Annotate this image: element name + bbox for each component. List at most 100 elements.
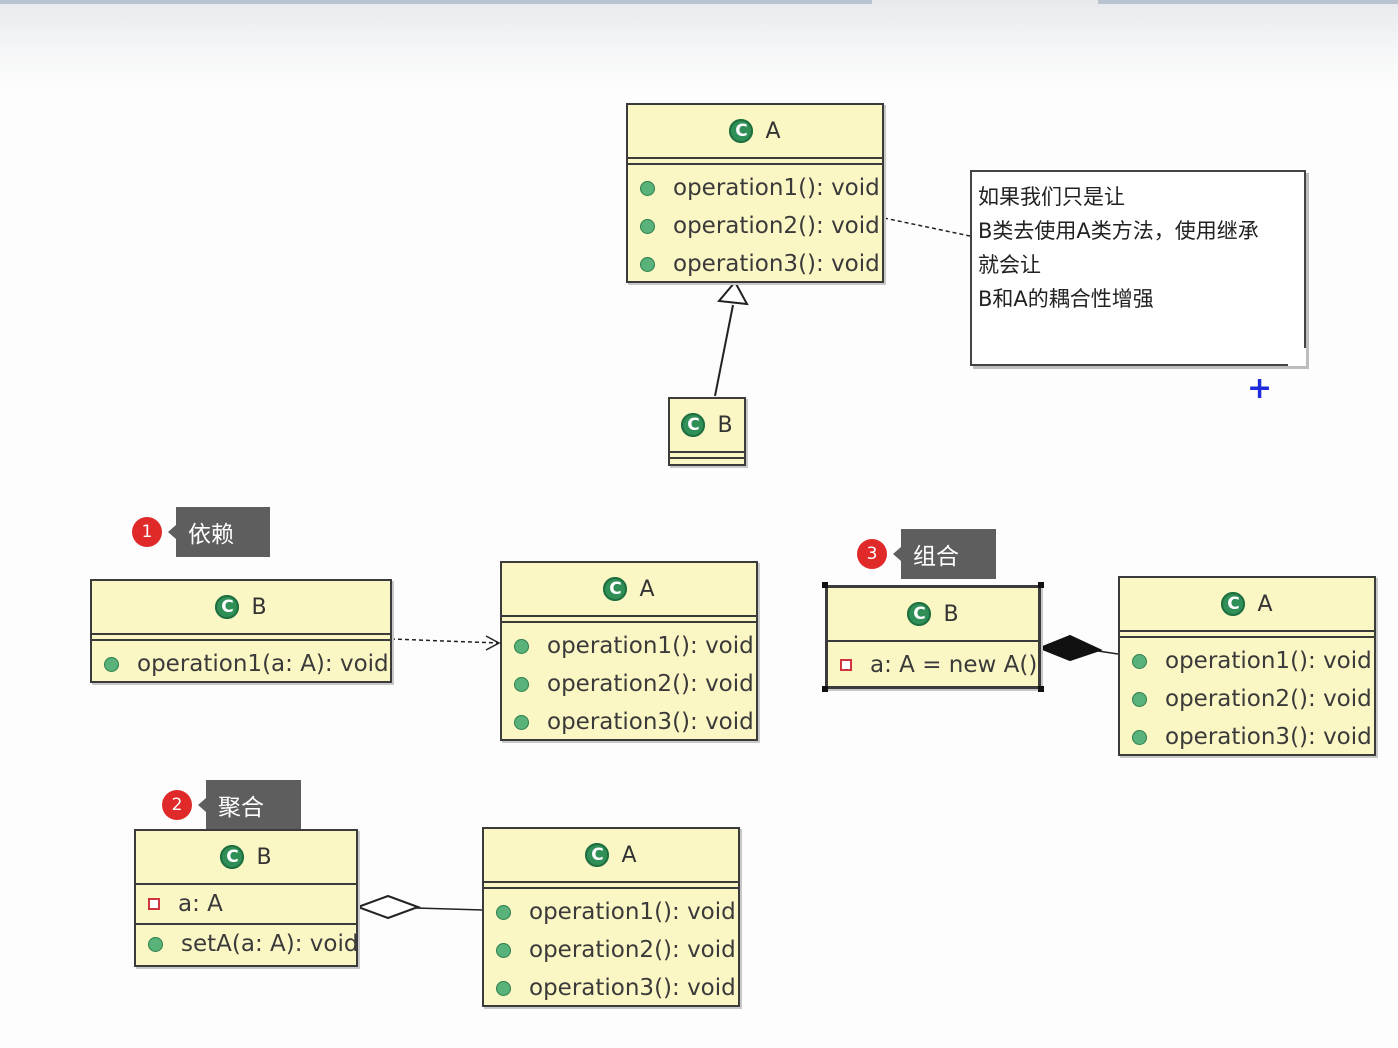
class-icon: C [585,843,610,867]
composition-diamond [1037,634,1103,662]
selection-handle[interactable] [822,582,828,588]
class-icon: C [220,845,245,869]
public-method-icon [640,218,655,234]
class-name: A [765,118,781,144]
method-row[interactable]: operation3(): void [1120,718,1374,756]
attributes-compartment [670,451,744,459]
method-row[interactable]: operation3(): void [484,969,738,1007]
add-plus-icon[interactable]: + [1247,371,1272,406]
class-header: C B [670,399,744,451]
method-label: operation2(): void [529,937,736,963]
class-name: B [943,601,959,627]
field-row[interactable]: a: A [136,885,356,923]
public-method-icon [1132,653,1147,669]
class-icon: C [681,413,706,437]
fields-compartment: a: A = new A() [828,642,1038,686]
note-anchor-line [883,217,971,237]
class-name: B [256,844,272,870]
method-label: operation1(): void [673,175,880,201]
badge-number: 1 [132,517,162,547]
callout-tail [168,525,176,539]
class-header: C A [502,563,756,615]
public-method-icon [1132,691,1147,707]
methods-compartment: operation1(): void operation2(): void op… [1120,638,1374,758]
class-icon: C [215,595,240,619]
public-method-icon [496,942,511,958]
class-aggregation-B[interactable]: C B a: A setA(a: A): void [134,829,358,967]
attributes-compartment [628,157,882,165]
class-name: A [621,842,637,868]
note-line: B类去使用A类方法，使用继承 [978,219,1259,243]
method-label: operation1(): void [547,633,754,659]
method-row[interactable]: operation3(): void [628,245,882,283]
public-method-icon [640,180,655,196]
method-label: setA(a: A): void [181,931,359,957]
private-field-icon [840,659,852,671]
class-icon: C [729,119,754,143]
inheritance-line [714,304,734,397]
method-label: operation1(a: A): void [137,651,389,677]
public-method-icon [496,904,511,920]
method-label: operation2(): void [547,671,754,697]
attributes-compartment [92,633,390,641]
callout-label: 依赖 [176,507,270,557]
selection-handle[interactable] [822,686,828,692]
class-header: C A [628,105,882,157]
class-top-A[interactable]: C A operation1(): void operation2(): voi… [626,103,884,283]
dependency-line [390,638,499,644]
note-line: 如果我们只是让 [978,185,1125,209]
attributes-compartment [502,615,756,623]
attributes-compartment [1120,630,1374,638]
method-row[interactable]: operation2(): void [502,665,756,703]
selection-handle[interactable] [1038,686,1044,692]
attributes-compartment [484,881,738,889]
method-label: operation1(): void [1165,648,1372,674]
method-row[interactable]: operation1(): void [484,893,738,931]
class-composition-B[interactable]: C B a: A = new A() [825,585,1041,689]
callout-tail [893,547,901,561]
callout-label: 聚合 [206,780,301,830]
method-row[interactable]: operation1(): void [502,627,756,665]
method-label: operation3(): void [673,251,880,277]
class-icon: C [1221,592,1246,616]
composition-line [1097,650,1119,655]
method-row[interactable]: operation1(a: A): void [92,645,390,683]
class-dependency-B[interactable]: C B operation1(a: A): void [90,579,392,683]
class-icon: C [603,577,628,601]
method-row[interactable]: operation2(): void [1120,680,1374,718]
public-method-icon [148,936,163,952]
public-method-icon [514,638,529,654]
method-row[interactable]: operation2(): void [484,931,738,969]
method-row[interactable]: operation2(): void [628,207,882,245]
class-composition-A[interactable]: C A operation1(): void operation2(): voi… [1118,576,1376,756]
methods-compartment: operation1(a: A): void [92,641,390,685]
method-label: operation2(): void [673,213,880,239]
method-label: operation2(): void [1165,686,1372,712]
method-row[interactable]: setA(a: A): void [136,925,359,963]
note[interactable]: 如果我们只是让 B类去使用A类方法，使用继承 就会让 B和A的耦合性增强 [970,170,1306,366]
class-top-B[interactable]: C B [668,397,746,466]
class-header: C A [1120,578,1374,630]
callout-label: 组合 [901,529,996,579]
methods-compartment: operation1(): void operation2(): void op… [502,623,756,743]
selection-handle[interactable] [1038,582,1044,588]
note-line: B和A的耦合性增强 [978,287,1154,311]
class-dependency-A[interactable]: C A operation1(): void operation2(): voi… [500,561,758,741]
class-name: A [1257,591,1273,617]
method-row[interactable]: operation1(): void [1120,642,1374,680]
field-row[interactable]: a: A = new A() [828,646,1038,684]
field-label: a: A = new A() [870,652,1038,678]
method-row[interactable]: operation1(): void [628,169,882,207]
class-aggregation-A[interactable]: C A operation1(): void operation2(): voi… [482,827,740,1007]
method-label: operation3(): void [1165,724,1372,750]
methods-compartment: operation1(): void operation2(): void op… [628,165,882,285]
method-label: operation3(): void [547,709,754,735]
methods-compartment: operation1(): void operation2(): void op… [484,889,738,1009]
public-method-icon [514,676,529,692]
class-header: C A [484,829,738,881]
method-row[interactable]: operation3(): void [502,703,756,741]
field-label: a: A [178,891,223,917]
class-header: C B [828,588,1038,640]
note-fold [1288,348,1306,366]
aggregation-diamond [355,894,421,920]
